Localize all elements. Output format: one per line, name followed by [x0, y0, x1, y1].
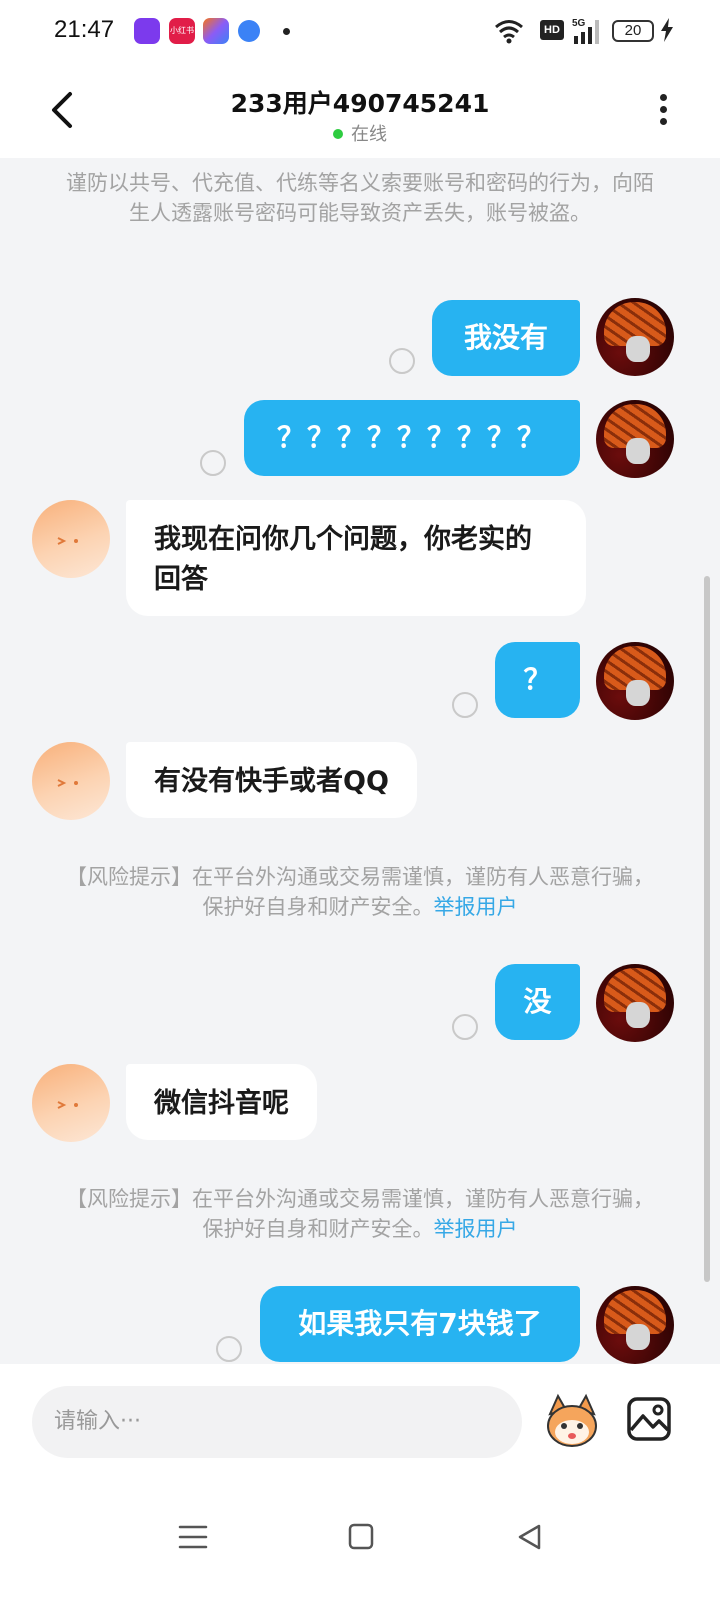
my-avatar[interactable]	[596, 1286, 674, 1364]
message-bubble-outgoing[interactable]: 如果我只有7块钱了	[260, 1286, 580, 1362]
mascot-emoji-icon	[547, 1393, 597, 1447]
image-icon	[627, 1397, 671, 1441]
read-status-icon	[452, 1014, 478, 1040]
status-bar: 21:47 小红书 HD 5G 20	[0, 0, 720, 64]
message-bubble-incoming[interactable]: 有没有快手或者QQ	[126, 742, 417, 818]
emoji-button[interactable]	[542, 1392, 602, 1452]
mascot-face-icon	[57, 537, 78, 545]
my-avatar[interactable]	[596, 298, 674, 376]
triangle-back-icon	[518, 1524, 541, 1550]
system-navigation-bar	[0, 1484, 720, 1600]
more-dot-icon	[659, 106, 667, 113]
security-notice: 谨防以共号、代充值、代练等名义索要账号和密码的行为，向陌生人透露账号密码可能导致…	[66, 171, 654, 225]
chat-message-list[interactable]: 谨防以共号、代充值、代练等名义索要账号和密码的行为，向陌生人透露账号密码可能导致…	[0, 158, 720, 1364]
back-nav-button[interactable]	[514, 1522, 546, 1552]
wifi-icon	[495, 20, 523, 44]
read-status-icon	[216, 1336, 242, 1362]
message-bubble-outgoing[interactable]: ？	[495, 642, 580, 718]
square-home-icon	[348, 1523, 374, 1550]
chat-title: 233用户490745241	[230, 89, 490, 118]
message-bubble-incoming[interactable]: 微信抖音呢	[126, 1064, 317, 1140]
scrollbar[interactable]	[704, 576, 710, 1282]
mascot-face-icon	[57, 779, 78, 787]
report-user-link[interactable]: 举报用户	[434, 1217, 518, 1241]
message-bubble-outgoing[interactable]: ？？？？？？？？？	[244, 400, 580, 476]
read-status-icon	[389, 348, 415, 374]
contact-avatar[interactable]	[32, 742, 110, 820]
battery-indicator: 20	[612, 20, 654, 42]
message-bubble-outgoing[interactable]: 没	[495, 964, 580, 1040]
charging-bolt-icon	[661, 18, 673, 42]
message-bubble-outgoing[interactable]: 我没有	[432, 300, 580, 376]
my-avatar[interactable]	[596, 642, 674, 720]
app-notification-icon	[203, 18, 229, 44]
contact-avatar[interactable]	[32, 1064, 110, 1142]
more-options-button[interactable]	[648, 90, 678, 130]
my-avatar[interactable]	[596, 964, 674, 1042]
contact-avatar[interactable]	[32, 500, 110, 578]
my-avatar[interactable]	[596, 400, 674, 478]
message-input[interactable]: 请输入···	[32, 1386, 522, 1458]
risk-notice: 【风险提示】在平台外沟通或交易需谨慎，谨防有人恶意行骗，保护好自身和财产安全。举…	[64, 862, 656, 922]
video-app-icon	[134, 18, 160, 44]
menu-icon	[178, 1525, 208, 1549]
risk-notice: 【风险提示】在平台外沟通或交易需谨慎，谨防有人恶意行骗，保护好自身和财产安全。举…	[64, 1184, 656, 1244]
risk-notice-text: 【风险提示】在平台外沟通或交易需谨慎，谨防有人恶意行骗，保护好自身和财产安全。	[66, 1187, 654, 1241]
more-dot-icon	[659, 94, 667, 101]
hd-badge: HD	[540, 20, 564, 40]
read-status-icon	[452, 692, 478, 718]
xiaohongshu-app-icon-label: 小红书	[170, 26, 194, 35]
image-button[interactable]	[626, 1396, 672, 1442]
online-dot-icon	[333, 129, 343, 139]
message-input-bar: 请输入···	[0, 1364, 720, 1484]
home-nav-button[interactable]	[345, 1522, 377, 1552]
online-status: 在线	[0, 120, 720, 146]
browser-app-icon	[238, 20, 260, 42]
signal-type-label: 5G	[572, 18, 586, 29]
report-user-link[interactable]: 举报用户	[434, 895, 518, 919]
menu-nav-button[interactable]	[177, 1522, 209, 1552]
chat-header: 233用户490745241 在线	[0, 64, 720, 158]
risk-notice-text: 【风险提示】在平台外沟通或交易需谨慎，谨防有人恶意行骗，保护好自身和财产安全。	[66, 865, 654, 919]
more-dot-icon	[659, 118, 667, 125]
message-bubble-incoming[interactable]: 我现在问你几个问题，你老实的回答	[126, 500, 586, 616]
read-status-icon	[200, 450, 226, 476]
online-status-label: 在线	[351, 124, 387, 145]
mascot-face-icon	[57, 1101, 78, 1109]
xiaohongshu-app-icon: 小红书	[169, 18, 195, 44]
status-time: 21:47	[54, 16, 115, 43]
signal-icon: 5G	[572, 18, 599, 44]
more-notifications-dot-icon	[283, 28, 290, 35]
